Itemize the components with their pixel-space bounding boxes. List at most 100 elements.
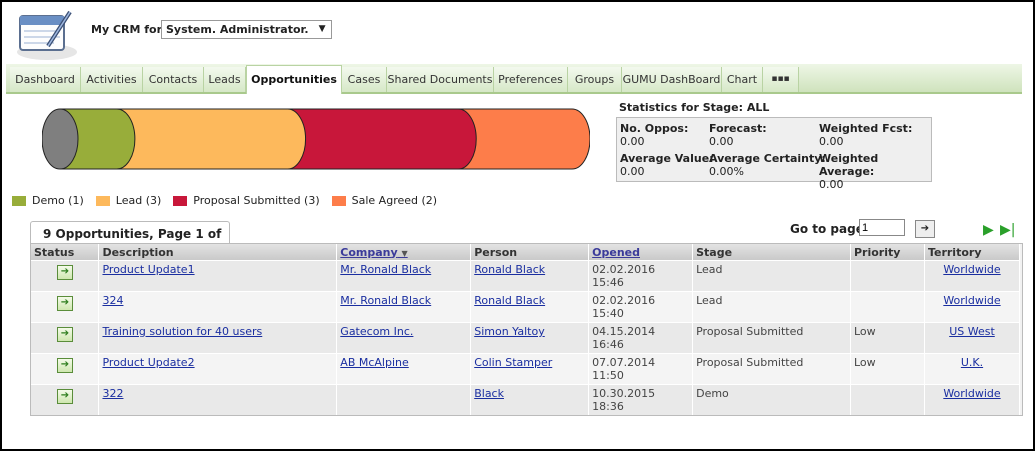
tab-gumu-dashboard[interactable]: GUMU DashBoard: [622, 67, 722, 92]
description-cell: Product Update2: [98, 353, 338, 385]
stat-value: 0.00: [819, 178, 844, 191]
open-record-icon[interactable]: ➔: [57, 389, 73, 404]
description-link[interactable]: Product Update2: [102, 356, 194, 369]
table-row: ➔ Training solution for 40 users Gatecom I…: [31, 322, 1021, 354]
priority-cell: [850, 291, 925, 323]
stat-value: 0.00: [620, 165, 645, 178]
company-link[interactable]: Mr. Ronald Black: [340, 263, 431, 276]
tab-preferences[interactable]: Preferences: [494, 67, 568, 92]
person-link[interactable]: Ronald Black: [474, 294, 545, 307]
opportunities-grid: Status Description Company ▼ Person Open…: [30, 243, 1023, 416]
pipeline-graphic: [42, 108, 590, 170]
legend-label-demo: Demo (1): [32, 194, 84, 207]
stat-label: Weighted Fcst:: [819, 122, 913, 135]
legend-item-lead: Lead (3): [95, 194, 161, 207]
last-page-icon[interactable]: ▶|: [1000, 222, 1015, 238]
stats-panel: No. Oppos: 0.00 Forecast: 0.00 Weighted Fc…: [616, 117, 932, 191]
stat-value: 0.00: [819, 135, 844, 148]
person-link[interactable]: Colin Stamper: [474, 356, 552, 369]
tab-contacts[interactable]: Contacts: [143, 67, 204, 92]
company-link[interactable]: AB McAlpine: [340, 356, 408, 369]
open-record-icon[interactable]: ➔: [57, 327, 73, 342]
column-header-description[interactable]: Description: [98, 244, 338, 261]
open-record-icon[interactable]: ➔: [57, 296, 73, 311]
territory-cell: U.K.: [924, 353, 1021, 385]
description-cell: 324: [98, 291, 338, 323]
person-link[interactable]: Simon Yaltoy: [474, 325, 545, 338]
main-tab-bar: Dashboard Activities Contacts Leads Oppo…: [6, 64, 1022, 94]
person-link[interactable]: Black: [474, 387, 504, 400]
column-header-priority[interactable]: Priority: [850, 244, 925, 261]
company-link[interactable]: Mr. Ronald Black: [340, 294, 431, 307]
legend-item-proposal: Proposal Submitted (3): [173, 194, 320, 207]
goto-page-input[interactable]: [859, 219, 905, 236]
tab-cases[interactable]: Cases: [342, 67, 387, 92]
status-cell: ➔: [31, 353, 100, 385]
pipeline-legend: Demo (1) Lead (3) Proposal Submitted (3)…: [12, 194, 449, 207]
territory-link[interactable]: US West: [949, 325, 995, 338]
column-header-company[interactable]: Company ▼: [336, 244, 472, 261]
opened-cell: 10.30.2015 18:36: [588, 384, 694, 415]
crm-owner-value: System. Administrator.: [166, 23, 309, 36]
legend-item-sale-agreed: Sale Agreed (2): [331, 194, 437, 207]
open-record-icon[interactable]: ➔: [57, 265, 73, 280]
pipeline-segment-proposal[interactable]: [287, 108, 477, 170]
goto-page-button[interactable]: ➔: [915, 220, 935, 238]
tab-opportunities[interactable]: Opportunities: [246, 65, 342, 94]
territory-cell: Worldwide: [924, 291, 1021, 323]
status-cell: ➔: [31, 322, 100, 354]
territory-link[interactable]: Worldwide: [943, 263, 1000, 276]
description-link[interactable]: 324: [102, 294, 123, 307]
legend-swatch-demo: [12, 195, 26, 206]
description-cell: Training solution for 40 users: [98, 322, 338, 354]
territory-link[interactable]: Worldwide: [943, 294, 1000, 307]
description-link[interactable]: 322: [102, 387, 123, 400]
open-record-icon[interactable]: ➔: [57, 358, 73, 373]
description-link[interactable]: Product Update1: [102, 263, 194, 276]
next-page-icon[interactable]: ▶: [983, 222, 994, 238]
table-row: ➔ Product Update1 Mr. Ronald Black Ronald B…: [31, 260, 1021, 292]
stat-label: Average Certainty:: [709, 152, 826, 165]
pipeline-segment-sale[interactable]: [457, 108, 590, 170]
pipeline-segment-lead[interactable]: [116, 108, 307, 170]
legend-item-demo: Demo (1): [12, 194, 84, 207]
company-cell: [336, 384, 472, 415]
opened-cell: 02.02.2016 15:46: [588, 260, 694, 292]
opened-date: 02.02.2016: [592, 263, 656, 276]
results-count-tab: 9 Opportunities, Page 1 of 2: [30, 221, 230, 265]
tab-activities[interactable]: Activities: [81, 67, 143, 92]
tab-groups[interactable]: Groups: [568, 67, 622, 92]
description-link[interactable]: Training solution for 40 users: [102, 325, 262, 338]
stage-cell: Proposal Submitted: [692, 353, 851, 385]
column-header-opened[interactable]: Opened: [588, 244, 694, 261]
person-cell: Ronald Black: [470, 291, 590, 323]
tab-chart[interactable]: Chart: [722, 67, 763, 92]
territory-link[interactable]: Worldwide: [943, 387, 1000, 400]
person-link[interactable]: Ronald Black: [474, 263, 545, 276]
column-header-status: Status: [31, 244, 100, 261]
stage-cell: Lead: [692, 260, 851, 292]
table-row: ➔ Product Update2 AB McAlpine Colin Stamper…: [31, 353, 1021, 385]
column-header-stage[interactable]: Stage: [692, 244, 851, 261]
opened-date: 10.30.2015: [592, 387, 656, 400]
stat-average-certainty: Average Certainty: 0.00%: [709, 152, 826, 178]
stat-label: Weighted Average:: [819, 152, 879, 178]
tab-leads[interactable]: Leads: [204, 67, 246, 92]
priority-cell: Low: [850, 353, 925, 385]
tab-shared-documents[interactable]: Shared Documents: [387, 67, 494, 92]
company-link[interactable]: Gatecom Inc.: [340, 325, 413, 338]
status-cell: ➔: [31, 260, 100, 292]
legend-swatch-proposal: [173, 195, 188, 206]
stats-title: Statistics for Stage: ALL: [619, 101, 770, 114]
opened-time: 11:50: [592, 369, 624, 382]
crm-owner-select[interactable]: System. Administrator. ▼: [161, 20, 332, 39]
crm-logo-icon: [14, 8, 84, 62]
territory-link[interactable]: U.K.: [961, 356, 983, 369]
opened-time: 15:40: [592, 307, 624, 320]
column-header-person[interactable]: Person: [470, 244, 590, 261]
tab-dashboard[interactable]: Dashboard: [10, 67, 81, 92]
territory-cell: Worldwide: [924, 260, 1021, 292]
tab-more[interactable]: ▪▪▪: [763, 67, 799, 92]
stat-label: Forecast:: [709, 122, 767, 135]
column-header-territory[interactable]: Territory: [924, 244, 1021, 261]
